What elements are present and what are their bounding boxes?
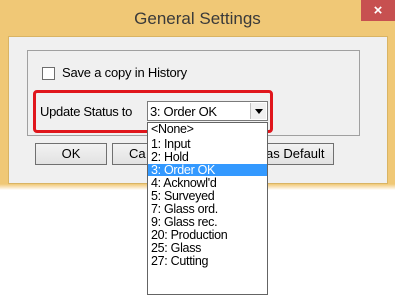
status-dropdown-list[interactable]: <None> 1: Input 2: Hold 3: Order OK 4: A… <box>147 122 268 295</box>
dropdown-option-glass-rec[interactable]: 9: Glass rec. <box>148 216 267 229</box>
dropdown-option-input[interactable]: 1: Input <box>148 138 267 151</box>
window-title: General Settings <box>134 9 261 28</box>
save-history-label[interactable]: Save a copy in History <box>62 65 187 80</box>
title-bar[interactable]: General Settings × <box>0 0 395 36</box>
dropdown-option-glass[interactable]: 25: Glass <box>148 242 267 255</box>
save-as-default-label: as Default <box>266 146 325 161</box>
dropdown-option-order-ok[interactable]: 3: Order OK <box>148 164 267 176</box>
close-icon: × <box>373 2 383 19</box>
chevron-down-icon[interactable] <box>250 103 266 119</box>
dropdown-option-production[interactable]: 20: Production <box>148 229 267 242</box>
dropdown-option-acknowld[interactable]: 4: Acknowl'd <box>148 177 267 190</box>
update-status-label: Update Status to <box>40 104 133 119</box>
dropdown-option-hold[interactable]: 2: Hold <box>148 151 267 164</box>
dropdown-option-glass-ord[interactable]: 7: Glass ord. <box>148 203 267 216</box>
close-button[interactable]: × <box>361 0 395 21</box>
save-as-default-button[interactable]: as Default <box>262 143 334 165</box>
dropdown-option-none[interactable]: <None> <box>148 123 267 135</box>
dropdown-option-cutting[interactable]: 27: Cutting <box>148 255 267 268</box>
ok-button[interactable]: OK <box>35 143 107 165</box>
dropdown-option-surveyed[interactable]: 5: Surveyed <box>148 190 267 203</box>
update-status-value: 3: Order OK <box>150 104 217 119</box>
update-status-select[interactable]: 3: Order OK <box>147 101 268 121</box>
ok-button-label: OK <box>61 146 81 161</box>
cancel-button-label: Ca <box>129 146 146 161</box>
save-history-checkbox[interactable] <box>42 67 55 80</box>
